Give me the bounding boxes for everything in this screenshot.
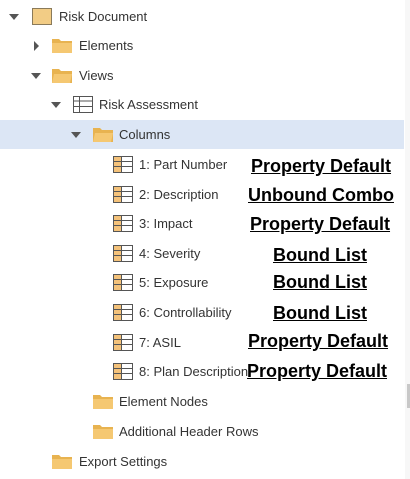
tree-node-label: 1: Part Number — [139, 157, 228, 172]
tree-node-views[interactable]: Views — [0, 61, 404, 90]
tree-node-element-nodes[interactable]: Element Nodes — [0, 387, 404, 416]
tree-node-label: Columns — [119, 127, 171, 142]
annotation-severity: Bound List — [273, 245, 367, 265]
tree-node-label: Views — [79, 68, 114, 83]
tree-node-elements[interactable]: Elements — [0, 31, 404, 60]
tree-node-label: 7: ASIL — [139, 335, 181, 350]
folder-icon — [93, 126, 113, 143]
annotation-impact: Property Default — [250, 214, 391, 234]
tree-node-label: Risk Assessment — [99, 97, 198, 112]
expanded-toggle-icon[interactable] — [69, 128, 83, 142]
tree-node-label: Element Nodes — [119, 394, 208, 409]
tree-node-label: 6: Controllability — [139, 305, 232, 320]
folder-icon — [52, 37, 72, 54]
column-icon — [113, 245, 133, 262]
folder-icon — [52, 67, 72, 84]
column-icon — [113, 304, 133, 321]
tree-node-label: 5: Exposure — [139, 275, 209, 290]
folder-icon — [52, 453, 72, 470]
tree-node-label: 2: Description — [139, 187, 219, 202]
column-icon — [113, 334, 133, 351]
tree-node-label: Additional Header Rows — [119, 424, 259, 439]
column-icon — [113, 186, 133, 203]
annotation-plan-description: Property Default — [247, 361, 388, 381]
tree-node-label: Elements — [79, 38, 134, 53]
annotation-asil: Property Default — [248, 331, 389, 351]
annotation-controllability: Bound List — [273, 303, 367, 323]
tree-node-export-settings[interactable]: Export Settings — [0, 447, 404, 476]
folder-icon — [93, 423, 113, 440]
tree-node-additional-header-rows[interactable]: Additional Header Rows — [0, 417, 404, 446]
expanded-toggle-icon[interactable] — [7, 10, 21, 24]
column-icon — [113, 156, 133, 173]
folder-icon — [93, 393, 113, 410]
document-icon — [32, 8, 52, 25]
annotation-exposure: Bound List — [273, 272, 367, 292]
tree-node-label: Risk Document — [59, 9, 148, 24]
table-icon — [73, 96, 93, 113]
tree-node-label: 4: Severity — [139, 246, 201, 261]
tree-node-risk-document[interactable]: Risk Document — [0, 2, 404, 31]
tree-node-label: 3: Impact — [139, 216, 193, 231]
tree-node-risk-assessment[interactable]: Risk Assessment — [0, 90, 404, 119]
column-icon — [113, 274, 133, 291]
collapsed-toggle-icon[interactable] — [29, 39, 43, 53]
expanded-toggle-icon[interactable] — [29, 69, 43, 83]
column-icon — [113, 215, 133, 232]
tree-view: Risk Document Elements Views Risk Assess… — [0, 0, 410, 479]
tree-node-columns[interactable]: Columns — [0, 120, 404, 149]
annotation-part-number: Property Default — [251, 156, 392, 176]
annotation-description: Unbound Combo — [248, 185, 394, 205]
expanded-toggle-icon[interactable] — [49, 98, 63, 112]
column-icon — [113, 363, 133, 380]
tree-node-label: 8: Plan Description — [139, 364, 249, 379]
vertical-scrollbar[interactable] — [405, 0, 410, 479]
tree-node-label: Export Settings — [79, 454, 168, 469]
